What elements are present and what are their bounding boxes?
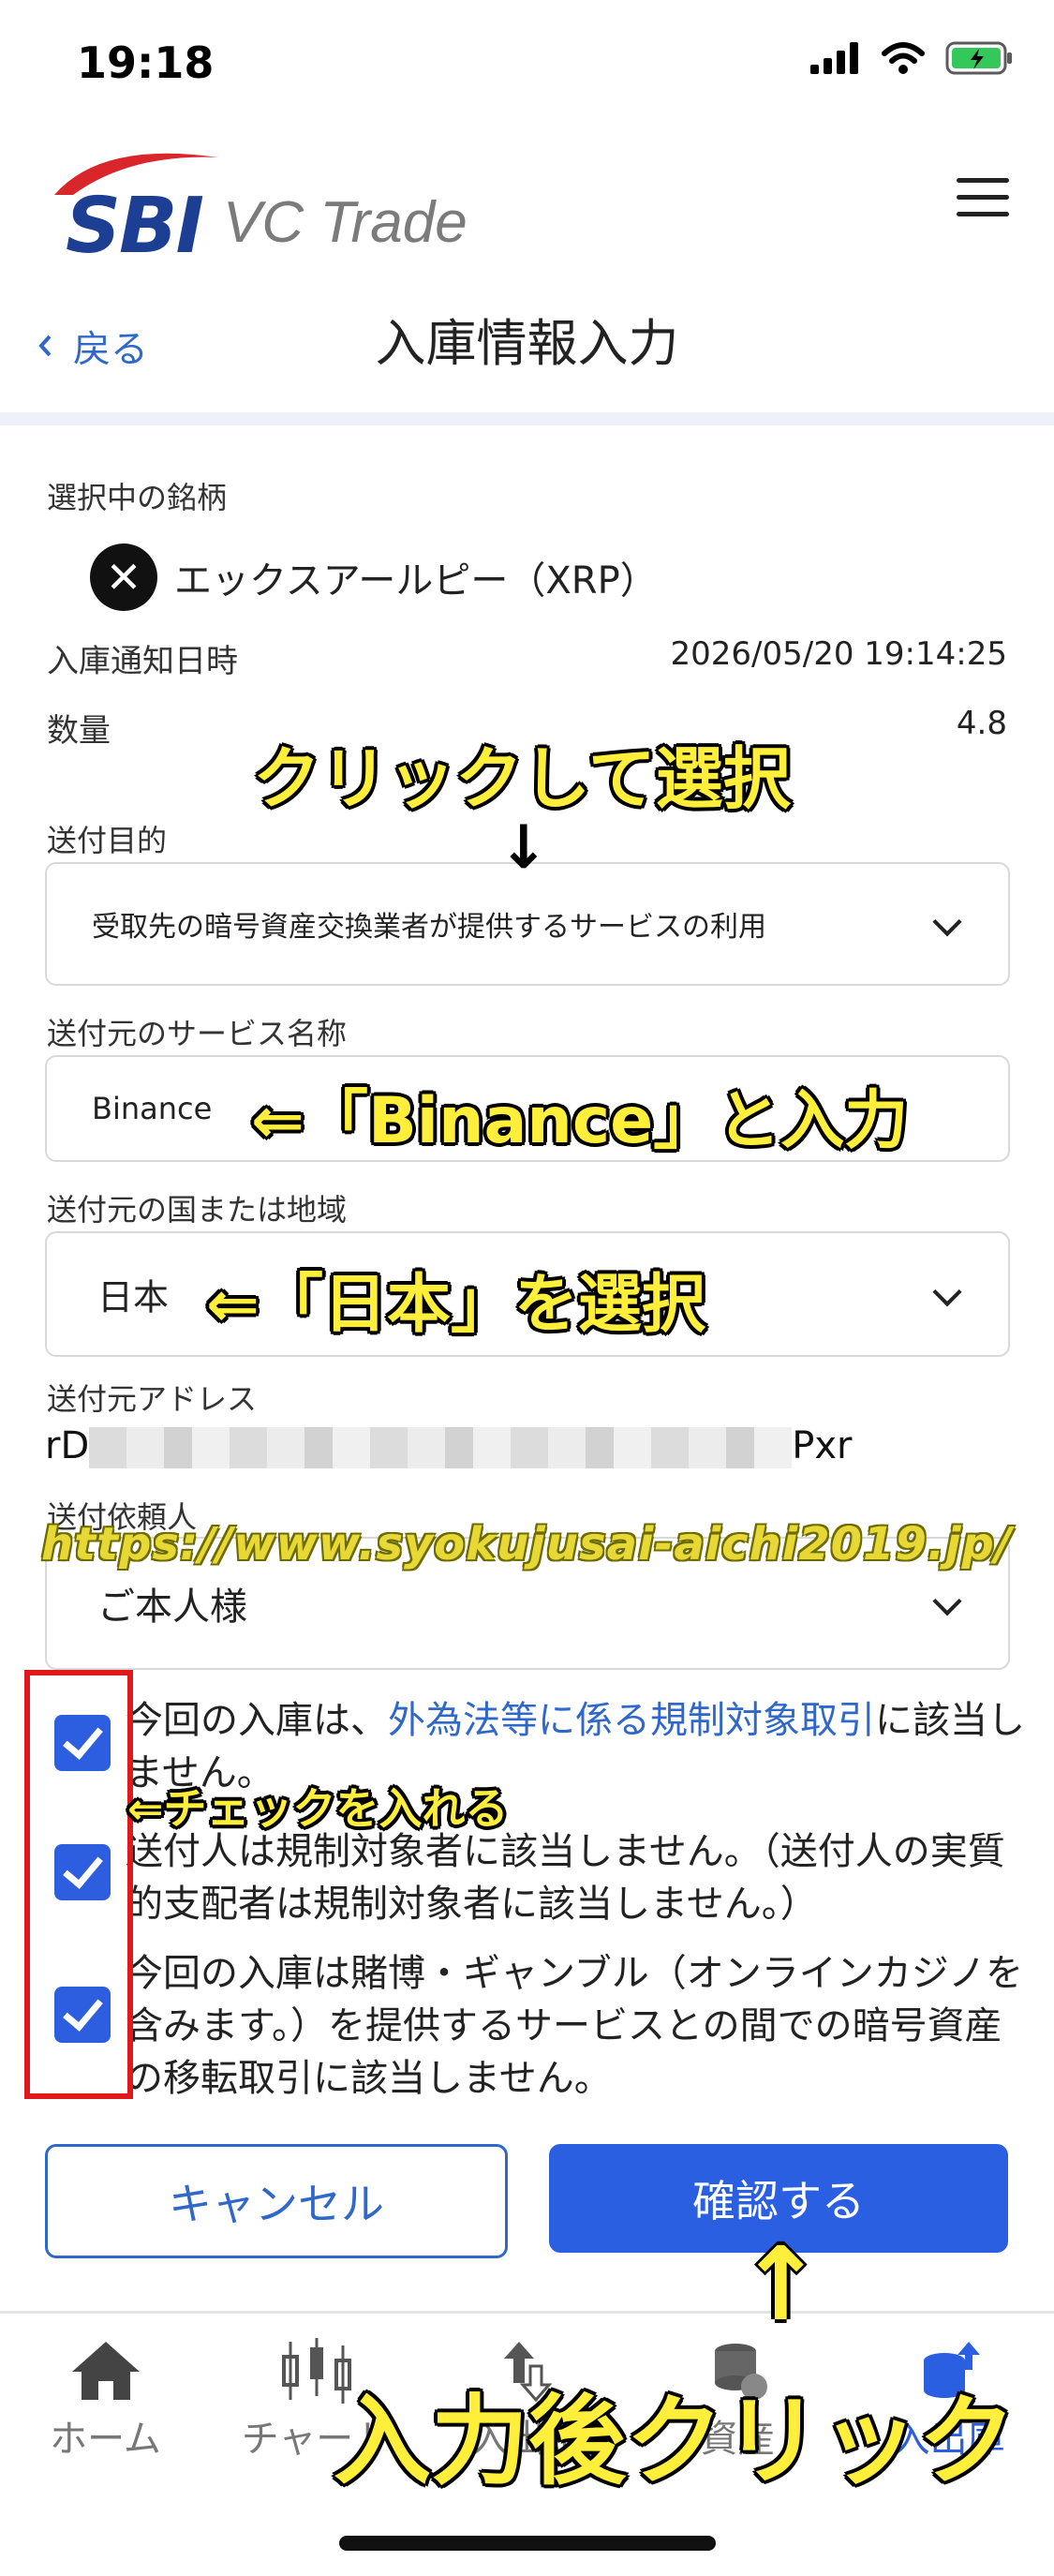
chevron-down-icon (932, 907, 962, 937)
quantity-value: 4.8 (956, 705, 1007, 742)
logo-vc-text: VC Trade (223, 190, 468, 255)
wifi-icon (882, 42, 925, 74)
chevron-down-icon (932, 1586, 962, 1616)
address-end: Pxr (792, 1424, 853, 1467)
annotation-enter-binance: ⇐「Binance」と入力 (251, 1084, 909, 1158)
header-divider (0, 412, 1054, 425)
checkbox-highlight-frame (24, 1670, 133, 2099)
service-name-value: Binance (92, 1091, 213, 1126)
chevron-left-icon (38, 335, 52, 357)
quantity-label: 数量 (47, 712, 111, 750)
regulation-link[interactable]: 外為法等に係る規制対象取引 (388, 1699, 875, 1742)
home-icon (71, 2342, 140, 2400)
coin-name: エックスアールピー（XRP） (174, 559, 658, 603)
requester-value: ご本人様 (97, 1586, 247, 1629)
check-text-3: 今回の入庫は賭博・ギャンブル（オンラインカジノを含みます。）を提供するサービスと… (126, 1952, 1023, 2100)
notice-date-value: 2026/05/20 19:14:25 (670, 635, 1007, 673)
xrp-icon: ✕ (90, 543, 157, 611)
tab-home-label: ホーム (50, 2418, 161, 2461)
annotation-up-arrow: ↑ (738, 2226, 824, 2344)
status-time: 19:18 (77, 37, 215, 88)
sbi-vc-trade-logo: SBI VC Trade (45, 141, 495, 271)
annotation-click-after: 入力後クリック (334, 2384, 1017, 2498)
notice-date-label: 入庫通知日時 (47, 643, 238, 680)
address-start: rD (45, 1424, 90, 1467)
annotation-select-japan: ⇐「日本」を選択 (206, 1268, 705, 1342)
back-button[interactable]: 戻る (37, 319, 148, 373)
check-text-2: 送付人は規制対象者に該当しません。（送付人の実質的支配者は規制対象者に該当しませ… (126, 1830, 1005, 1926)
purpose-value: 受取先の暗号資産交換業者が提供するサービスの利用 (92, 911, 766, 944)
purpose-label: 送付目的 (47, 823, 168, 858)
selected-coin-label: 選択中の銘柄 (47, 480, 228, 515)
back-label: 戻る (73, 328, 148, 371)
battery-icon (945, 41, 1012, 75)
logo-sbi-text: SBI (66, 182, 204, 271)
annotation-down-arrow: ↓ (498, 813, 549, 883)
address-redacted (89, 1427, 793, 1468)
source-address: rD Pxr (45, 1424, 853, 1468)
tab-bar-divider (0, 2311, 1054, 2314)
watermark-url: https://www.syokujusai-aichi2019.jp/ (41, 1518, 1013, 1571)
home-indicator (339, 2536, 716, 2551)
hamburger-menu-icon[interactable] (957, 178, 1009, 219)
status-icons (810, 41, 1013, 75)
selected-coin: ✕ エックスアールピー（XRP） (90, 543, 658, 611)
signal-icon (810, 42, 858, 74)
tab-home[interactable]: ホーム (0, 2333, 211, 2463)
address-label: 送付元アドレス (47, 1381, 258, 1417)
chevron-down-icon (932, 1277, 962, 1307)
service-name-label: 送付元のサービス名称 (47, 1016, 348, 1051)
check-text-1-pre: 今回の入庫は、 (126, 1699, 388, 1742)
cancel-button[interactable]: キャンセル (45, 2144, 508, 2258)
country-value: 日本 (97, 1276, 170, 1318)
page-title: 入庫情報入力 (375, 314, 679, 373)
annotation-check-it: ⇐チェックを入れる (127, 1783, 509, 1834)
country-label: 送付元の国または地域 (47, 1192, 348, 1228)
annotation-click-select: クリックして選択 (253, 739, 791, 818)
